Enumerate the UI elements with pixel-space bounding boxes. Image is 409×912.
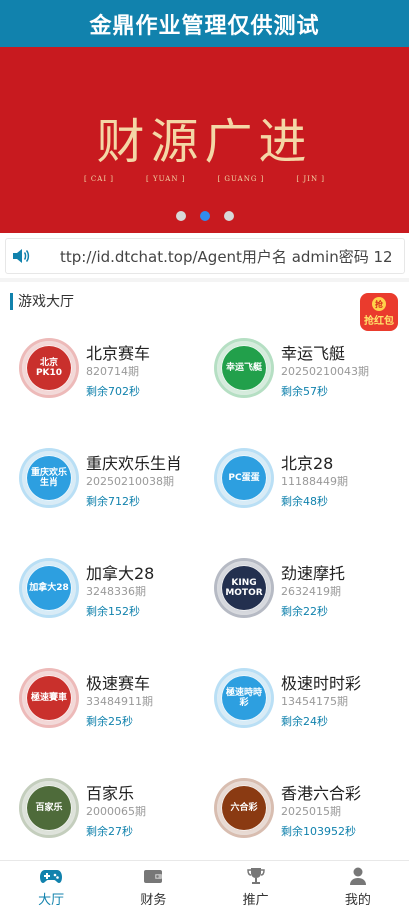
game-name: 劲速摩托 [281, 564, 346, 583]
game-period: 820714期 [86, 365, 139, 378]
user-icon [348, 866, 368, 886]
game-period: 2000065期 [86, 805, 146, 818]
banner-pinyin-1: [ CAI ] [83, 175, 115, 183]
game-name: 重庆欢乐生肖 [86, 454, 183, 473]
game-name: 极速赛车 [86, 674, 151, 693]
game-card[interactable]: PC蛋蛋 北京28 11188449期 剩余48秒 [217, 451, 407, 521]
nav-label-promote: 推广 [242, 892, 269, 908]
page-title: 金鼎作业管理仅供测试 [89, 13, 320, 39]
section-label: 游戏大厅 [18, 294, 74, 310]
game-name: 极速时时彩 [281, 674, 362, 693]
speed-lottery-icon: 極速時時彩 [217, 671, 271, 725]
carousel-dots [0, 211, 409, 221]
game-period: 2025021004​3期 [281, 365, 369, 378]
game-icon-label: KING MOTOR [222, 566, 266, 610]
game-period: 20250210038期 [86, 475, 174, 488]
game-name: 百家乐 [86, 784, 135, 803]
game-countdown: 剩余25秒 [86, 715, 133, 728]
game-countdown: 剩余103952秒 [281, 825, 356, 838]
game-icon-label: 重庆欢乐生肖 [27, 456, 71, 500]
promo-banner[interactable]: 财源广进 [ CAI ] [ YUAN ] [ GUANG ] [ JIN ] [0, 47, 409, 233]
game-name: 北京赛车 [86, 344, 151, 363]
banner-logo: 财源广进 [96, 114, 313, 170]
banner-pinyin-3: [ GUANG ] [217, 175, 265, 183]
nav-label-finance: 财务 [140, 892, 167, 908]
game-period: 11188449期 [281, 475, 348, 488]
section-bar [10, 292, 13, 310]
game-name: 幸运飞艇 [281, 344, 346, 363]
game-countdown: 剩余22秒 [281, 605, 328, 618]
game-countdown: 剩余702秒 [86, 385, 140, 398]
game-icon-label: 極速時時彩 [222, 676, 266, 720]
wallet-icon [142, 866, 164, 886]
game-name: 北京28 [281, 454, 334, 473]
game-countdown: 剩余152秒 [86, 605, 140, 618]
divider [0, 278, 409, 282]
nav-item-finance[interactable]: 财务 [102, 861, 204, 912]
notice-bar[interactable]: ttp://id.dtchat.top/Agent用户名 admin密码 12 [5, 238, 405, 274]
banner-pinyin-2: [ YUAN ] [146, 175, 186, 183]
carousel-dot-1[interactable] [175, 211, 186, 221]
game-icon-label: 北京PK10 [27, 346, 71, 390]
motorcycle-icon: KING MOTOR [217, 561, 271, 615]
carousel-dot-3[interactable] [223, 211, 234, 221]
nav-item-hall[interactable]: 大厅 [0, 861, 102, 912]
racing-car-icon: 北京PK10 [22, 341, 76, 395]
red-packet-button[interactable]: 抢 抢红包 [360, 293, 398, 331]
game-name: 加拿大28 [86, 564, 155, 583]
speaker-icon [6, 239, 36, 273]
game-card[interactable]: KING MOTOR 劲速摩托 2632419期 剩余22秒 [217, 561, 407, 631]
canada28-icon: 加拿大28 [22, 561, 76, 615]
game-card[interactable]: 百家乐 百家乐 2000065期 剩余27秒 [22, 781, 212, 851]
game-period: 13454175期 [281, 695, 348, 708]
banner-pinyin: [ CAI ] [ YUAN ] [ GUANG ] [ JIN ] [0, 175, 409, 183]
game-card[interactable]: 重庆欢乐生肖 重庆欢乐生肖 20250210038期 剩余712秒 [22, 451, 212, 521]
speed-racing-icon: 極速賽車 [22, 671, 76, 725]
nav-label-hall: 大厅 [38, 892, 65, 908]
game-icon-label: PC蛋蛋 [222, 456, 266, 500]
game-countdown: 剩余27秒 [86, 825, 133, 838]
game-card[interactable]: 幸运飞艇 幸运飞艇 2025021004​3期 剩余57秒 [217, 341, 407, 411]
pc-egg-icon: PC蛋蛋 [217, 451, 271, 505]
game-countdown: 剩余57秒 [281, 385, 328, 398]
game-countdown: 剩余24秒 [281, 715, 328, 728]
game-card[interactable]: 極速時時彩 极速时时彩 13454175期 剩余24秒 [217, 671, 407, 741]
banner-pinyin-4: [ JIN ] [296, 175, 326, 183]
game-card[interactable]: 極速賽車 极速赛车 33484911期 剩余25秒 [22, 671, 212, 741]
game-icon-label: 幸运飞艇 [222, 346, 266, 390]
nav-item-promote[interactable]: 推广 [205, 861, 307, 912]
nav-item-mine[interactable]: 我的 [307, 861, 409, 912]
notice-text: ttp://id.dtchat.top/Agent用户名 admin密码 12 [60, 247, 393, 266]
game-name: 香港六合彩 [281, 784, 362, 803]
nav-label-mine: 我的 [344, 892, 371, 908]
game-countdown: 剩余48秒 [281, 495, 328, 508]
zodiac-icon: 重庆欢乐生肖 [22, 451, 76, 505]
game-card[interactable]: 六合彩 香港六合彩 2025015期剩余103952秒 [217, 781, 407, 851]
game-icon-label: 極速賽車 [27, 676, 71, 720]
speedboat-icon: 幸运飞艇 [217, 341, 271, 395]
red-packet-label: 抢红包 [364, 316, 394, 327]
game-card[interactable]: 北京PK10 北京赛车 820714期 剩余702秒 [22, 341, 212, 411]
game-icon-label: 百家乐 [27, 786, 71, 830]
trophy-icon [246, 866, 266, 886]
carousel-dot-2[interactable] [199, 211, 210, 221]
mark-six-icon: 六合彩 [217, 781, 271, 835]
game-countdown: 剩余712秒 [86, 495, 140, 508]
gamepad-icon [39, 866, 63, 886]
app-header: 金鼎作业管理仅供测试 [0, 0, 409, 47]
bottom-nav: 大厅 财务 推广 我的 [0, 860, 409, 912]
red-packet-icon: 抢 [372, 297, 386, 311]
baccarat-icon: 百家乐 [22, 781, 76, 835]
game-period: 33484911期 [86, 695, 153, 708]
section-title: 游戏大厅 [10, 292, 74, 310]
game-card[interactable]: 加拿大28 加拿大28 3248336期 剩余152秒 [22, 561, 212, 631]
game-period: 3248336期 [86, 585, 146, 598]
game-icon-label: 加拿大28 [27, 566, 71, 610]
game-icon-label: 六合彩 [222, 786, 266, 830]
game-period: 2025015期 [281, 805, 341, 818]
game-period: 2632419期 [281, 585, 341, 598]
